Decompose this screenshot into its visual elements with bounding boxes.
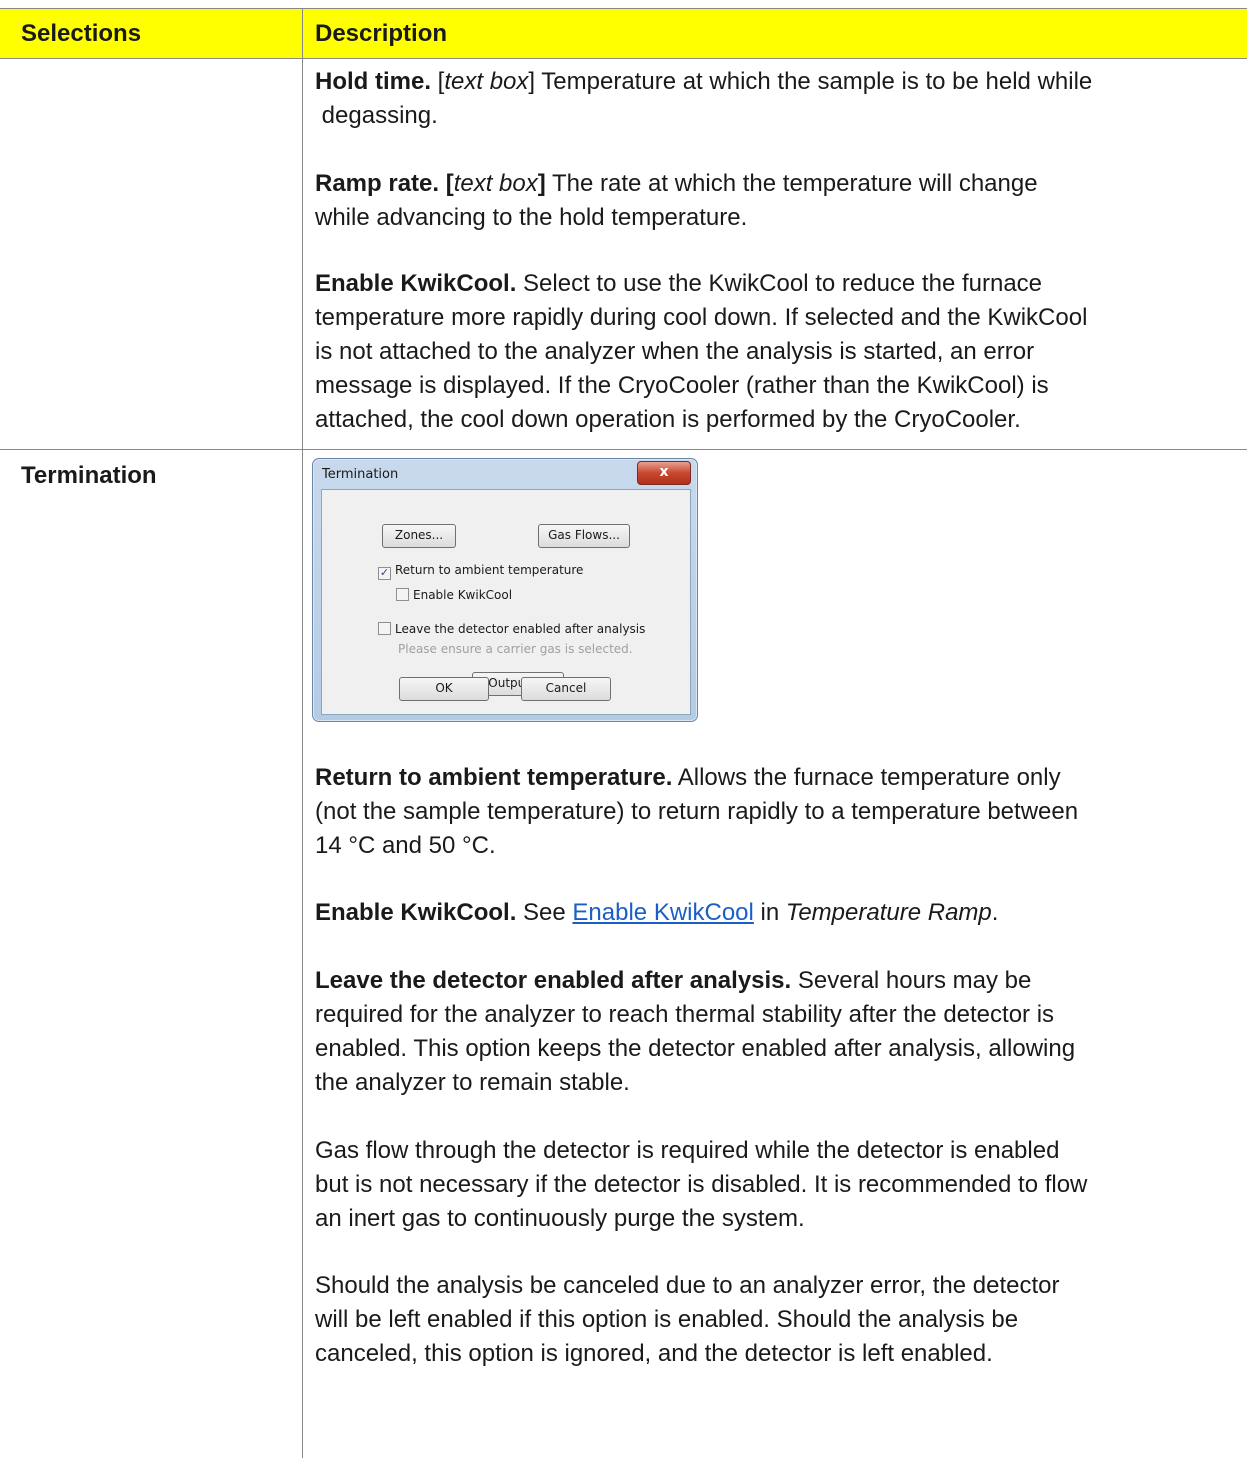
hold-time-description: Hold time. [text box] Temperature at whi…	[315, 65, 1243, 133]
leave-detector-desc-text: Several hours may be	[791, 967, 1032, 994]
termination-selection-label: Termination	[21, 462, 157, 489]
column-divider	[302, 8, 303, 1458]
dialog-title: Termination	[322, 467, 399, 482]
kwikcool-description: Enable KwikCool. Select to use the KwikC…	[315, 267, 1243, 437]
canceled-paragraph: Should the analysis be canceled due to a…	[315, 1269, 1243, 1371]
ramp-rate-description: Ramp rate. [text box] The rate at which …	[315, 167, 1243, 235]
enable-kwikcool-description: Enable KwikCool. See Enable KwikCool in …	[315, 896, 1243, 930]
enable-kwikcool-checkbox[interactable]	[396, 588, 409, 601]
kwikcool-line: temperature more rapidly during cool dow…	[315, 304, 1088, 331]
ramp-rate-italic: text box	[453, 170, 538, 197]
ramp-rate-bracket: ]	[537, 170, 546, 197]
kwikcool-line: message is displayed. If the CryoCooler …	[315, 372, 1049, 399]
kwikcool-line: attached, the cool down operation is per…	[315, 406, 1021, 433]
leave-detector-label: Leave the detector enabled after analysi…	[315, 967, 792, 994]
canceled-line: will be left enabled if this option is e…	[315, 1306, 1019, 1333]
row-separator	[0, 449, 1247, 450]
close-icon[interactable]: x	[637, 461, 691, 485]
gas-flows-button[interactable]: Gas Flows...	[538, 524, 630, 548]
return-ambient-checkbox[interactable]: ✓	[378, 567, 391, 580]
cancel-button[interactable]: Cancel	[521, 677, 611, 701]
gas-flow-line: Gas flow through the detector is require…	[315, 1137, 1060, 1164]
gas-flow-line: but is not necessary if the detector is …	[315, 1171, 1088, 1198]
header-description: Description	[315, 20, 448, 47]
kwikcool-text: Select to use the KwikCool to reduce the…	[516, 270, 1043, 297]
temperature-ramp-ref: Temperature Ramp	[785, 899, 992, 926]
return-ambient-description: Return to ambient temperature. Allows th…	[315, 761, 1243, 863]
leave-detector-line: required for the analyzer to reach therm…	[315, 1001, 1055, 1028]
canceled-line: Should the analysis be canceled due to a…	[315, 1272, 1060, 1299]
return-ambient-desc-line: 14 °C and 50 °C.	[315, 832, 496, 859]
hold-time-text-2: degassing.	[321, 102, 438, 129]
leave-detector-line: the analyzer to remain stable.	[315, 1069, 630, 1096]
gas-flow-paragraph: Gas flow through the detector is require…	[315, 1134, 1243, 1236]
canceled-line: canceled, this option is ignored, and th…	[315, 1340, 993, 1367]
leave-detector-description: Leave the detector enabled after analysi…	[315, 964, 1243, 1100]
dialog-client-area: Zones... Gas Flows... ✓ Return to ambient…	[321, 489, 691, 715]
enable-kwikcool-text: Enable KwikCool	[413, 588, 513, 602]
leave-detector-option[interactable]: Leave the detector enabled after analysi…	[378, 621, 645, 637]
return-ambient-desc-line: (not the sample temperature) to return r…	[315, 798, 1079, 825]
kwikcool-line: is not attached to the analyzer when the…	[315, 338, 1035, 365]
return-ambient-text: Return to ambient temperature	[395, 563, 584, 577]
ramp-rate-text-2: while advancing to the hold temperature.	[315, 204, 748, 231]
termination-dialog: Termination x Zones... Gas Flows... ✓ Ret…	[312, 458, 698, 722]
zones-button[interactable]: Zones...	[382, 524, 456, 548]
kwikcool-label: Enable KwikCool.	[315, 270, 517, 297]
gas-flow-line: an inert gas to continuously purge the s…	[315, 1205, 805, 1232]
ramp-rate-text: The rate at which the temperature will c…	[545, 170, 1038, 197]
hold-time-label: Hold time.	[315, 68, 432, 95]
enable-kwikcool-link[interactable]: Enable KwikCool	[572, 899, 753, 926]
enable-kwikcool-label: Enable KwikCool.	[315, 899, 517, 926]
see-text: See	[516, 899, 573, 926]
in-text: in	[753, 899, 786, 926]
period-text: .	[991, 899, 999, 926]
leave-detector-line: enabled. This option keeps the detector …	[315, 1035, 1076, 1062]
ok-button[interactable]: OK	[399, 677, 489, 701]
carrier-gas-hint: Please ensure a carrier gas is selected.	[398, 642, 633, 656]
hold-time-text: ] Temperature at which the sample is to …	[528, 68, 1093, 95]
table-header: Selections Description	[0, 8, 1247, 59]
leave-detector-text: Leave the detector enabled after analysi…	[395, 622, 646, 636]
return-ambient-option[interactable]: ✓ Return to ambient temperature	[378, 562, 584, 580]
return-ambient-desc-text: Allows the furnace temperature only	[672, 764, 1061, 791]
leave-detector-checkbox[interactable]	[378, 622, 391, 635]
hold-time-bracket: [	[431, 68, 445, 95]
ramp-rate-label: Ramp rate. [	[315, 170, 454, 197]
return-ambient-label: Return to ambient temperature.	[315, 764, 673, 791]
hold-time-italic: text box	[444, 68, 529, 95]
enable-kwikcool-option[interactable]: Enable KwikCool	[396, 587, 512, 603]
header-selections: Selections	[21, 20, 142, 47]
